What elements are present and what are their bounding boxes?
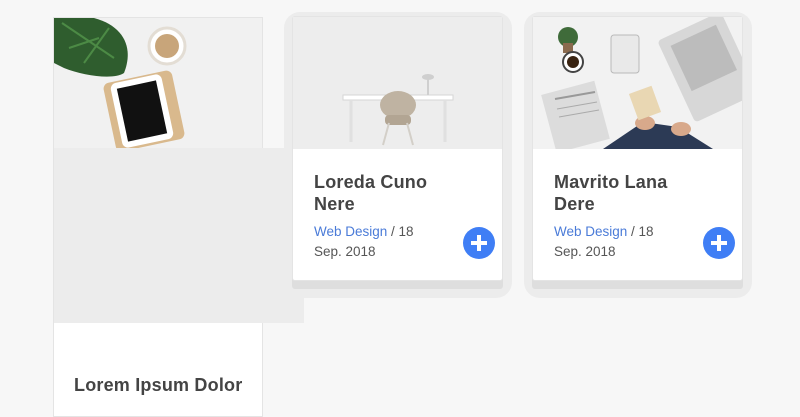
card-3-meta: Web Design / 18 Sep. 2018 [554,222,694,262]
card-3-add-button[interactable] [703,227,735,259]
card-2[interactable]: Loreda Cuno Nere Web Design / 18 Sep. 20… [292,16,503,281]
desk-chair-photo-icon [293,17,502,149]
office-desk-photo-icon [533,17,742,149]
card-2-category-link[interactable]: Web Design [314,224,387,239]
card-3-date-prefix: / 18 [627,224,654,239]
card-1[interactable]: Lorem Ipsum Dolor [53,17,304,417]
workspace-photo-icon [54,18,187,148]
plus-icon [471,235,487,251]
card-3-category-link[interactable]: Web Design [554,224,627,239]
card-2-meta: Web Design / 18 Sep. 2018 [314,222,454,262]
card-1-title: Lorem Ipsum Dolor [74,375,243,395]
plus-icon [711,235,727,251]
card-1-placeholder [54,148,304,323]
card-2-image [293,17,502,149]
card-2-title: Loreda Cuno Nere [314,172,428,214]
card-3-title: Mavrito Lana Dere [554,172,668,214]
card-3-image [533,17,742,149]
card-1-image [54,18,262,148]
card-3[interactable]: Mavrito Lana Dere Web Design / 18 Sep. 2… [532,16,743,281]
card-3-date: Sep. 2018 [554,244,616,259]
card-2-add-button[interactable] [463,227,495,259]
card-2-date-prefix: / 18 [387,224,414,239]
card-2-date: Sep. 2018 [314,244,376,259]
